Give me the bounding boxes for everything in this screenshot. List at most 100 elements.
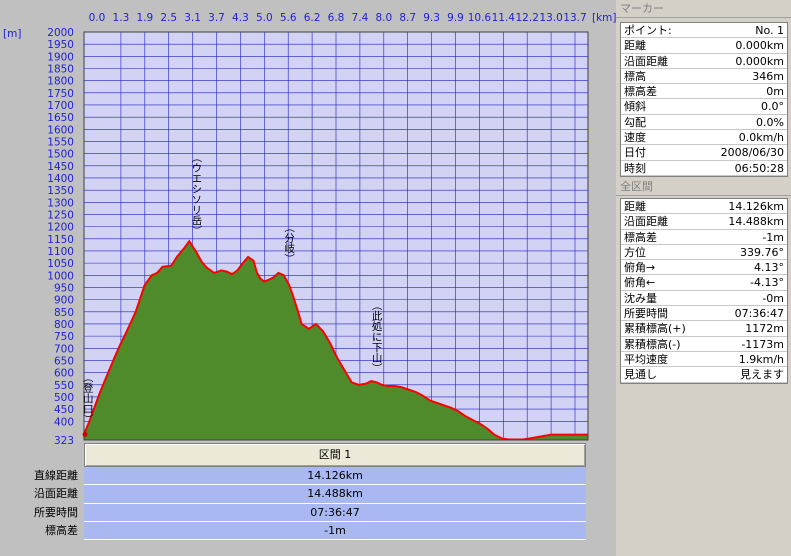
y-tick-label: 1450 <box>47 161 74 173</box>
all-section-value: -4.13° <box>750 276 784 290</box>
all-section-label: 標高差 <box>624 230 657 244</box>
marker-value: 346m <box>752 69 784 83</box>
x-tick-label: 1.9 <box>136 12 153 24</box>
summary-label-straight: 直線距離 <box>34 469 78 482</box>
summary-value-elev: -1m <box>84 522 586 540</box>
all-section-value: 339.76° <box>740 245 784 259</box>
marker-row: 時刻 06:50:28 <box>621 161 787 176</box>
y-tick-label: 1300 <box>47 197 74 209</box>
all-section-row: 標高差 -1m <box>621 230 787 245</box>
all-section-label: 所要時間 <box>624 307 668 321</box>
y-tick-label: 850 <box>54 307 74 319</box>
y-tick-label: 1500 <box>47 149 74 161</box>
all-section-label: 俯角→ <box>624 261 656 275</box>
elevation-chart[interactable]: 2000195019001850180017501700165016001550… <box>0 0 616 445</box>
all-section-label: 見通し <box>624 368 657 382</box>
x-tick-label: 5.6 <box>280 12 297 24</box>
marker-label: 沿面距離 <box>624 54 668 68</box>
marker-label: 速度 <box>624 131 646 145</box>
y-axis-unit: [m] <box>3 28 21 40</box>
marker-label: 標高差 <box>624 85 657 99</box>
y-tick-label: 750 <box>54 331 74 343</box>
all-section-label: 沿面距離 <box>624 215 668 229</box>
marker-value: 0.000km <box>735 54 784 68</box>
marker-label: 日付 <box>624 146 646 160</box>
x-tick-label: 9.9 <box>447 12 464 24</box>
all-section-value: -0m <box>762 291 784 305</box>
x-tick-label: 12.2 <box>516 12 539 24</box>
y-axis-ticks: 2000195019001850180017501700165016001550… <box>47 27 74 445</box>
y-tick-label: 950 <box>54 282 74 294</box>
marker-row: 沿面距離 0.000km <box>621 54 787 69</box>
marker-label: 標高 <box>624 69 646 83</box>
y-tick-label: 323 <box>54 435 74 445</box>
all-section-row: 俯角← -4.13° <box>621 275 787 291</box>
all-section-value: -1173m <box>741 337 784 351</box>
marker-value: 06:50:28 <box>734 161 784 175</box>
x-tick-label: 6.8 <box>328 12 345 24</box>
y-tick-label: 1800 <box>47 76 74 88</box>
y-tick-label: 450 <box>54 404 74 416</box>
y-tick-label: 1550 <box>47 136 74 148</box>
all-section-value: 4.13° <box>754 261 784 275</box>
y-tick-label: 1650 <box>47 112 74 124</box>
waypoint-label: （登山口） <box>82 372 94 425</box>
x-tick-label: 13.7 <box>563 12 586 24</box>
marker-label: 傾斜 <box>624 100 646 114</box>
all-section-row: 沿面距離 14.488km <box>621 214 787 230</box>
y-tick-label: 1150 <box>47 234 74 246</box>
x-axis-unit: [km] <box>592 12 616 24</box>
y-tick-label: 1200 <box>47 222 74 234</box>
y-tick-label: 550 <box>54 380 74 392</box>
y-tick-label: 1950 <box>47 39 74 51</box>
all-section-panel-title: 全区間 <box>616 178 791 196</box>
x-tick-label: 8.7 <box>399 12 416 24</box>
all-section-label: 距離 <box>624 200 646 213</box>
x-tick-label: 4.3 <box>232 12 249 24</box>
marker-value: 0.0% <box>756 115 784 129</box>
all-section-row: 距離 14.126km <box>621 199 787 215</box>
section-header[interactable]: 区間 1 <box>84 443 586 467</box>
x-tick-label: 13.0 <box>539 12 562 24</box>
x-tick-label: 9.3 <box>423 12 440 24</box>
y-tick-label: 650 <box>54 355 74 367</box>
y-tick-label: 1100 <box>47 246 74 258</box>
y-tick-label: 2000 <box>47 27 74 39</box>
all-section-value: 1.9km/h <box>738 352 784 366</box>
y-tick-label: 700 <box>54 343 74 355</box>
all-section-label: 累積標高(-) <box>624 337 681 351</box>
all-section-value: 14.488km <box>728 215 784 229</box>
marker-row: 日付 2008/06/30 <box>621 145 787 161</box>
x-tick-label: 7.4 <box>352 12 369 24</box>
all-section-label: 累積標高(+) <box>624 322 686 336</box>
marker-label: 距離 <box>624 39 646 53</box>
x-tick-label: 3.7 <box>208 12 225 24</box>
y-tick-label: 600 <box>54 368 74 380</box>
x-tick-label: 8.0 <box>375 12 392 24</box>
all-section-row: 沈み量 -0m <box>621 291 787 307</box>
marker-row: 速度 0.0km/h <box>621 130 787 146</box>
y-tick-label: 1350 <box>47 185 74 197</box>
x-tick-label: 3.1 <box>184 12 201 24</box>
all-section-row: 所要時間 07:36:47 <box>621 306 787 322</box>
y-tick-label: 1400 <box>47 173 74 185</box>
position-marker[interactable] <box>82 431 88 437</box>
summary-label-elev: 標高差 <box>45 523 78 537</box>
all-section-row: 俯角→ 4.13° <box>621 260 787 276</box>
summary-value-time: 07:36:47 <box>84 504 586 522</box>
all-section-value: 14.126km <box>728 200 784 213</box>
marker-row: 距離 0.000km <box>621 38 787 54</box>
waypoint-label: （ウエシソリ岳） <box>190 152 202 236</box>
y-tick-label: 1850 <box>47 63 74 75</box>
all-section-value: 見えます <box>740 368 784 382</box>
y-tick-label: 1900 <box>47 51 74 63</box>
marker-row: 勾配 0.0% <box>621 115 787 131</box>
marker-label: 勾配 <box>624 115 646 129</box>
all-section-label: 沈み量 <box>624 291 657 305</box>
marker-row: 傾斜 0.0° <box>621 99 787 115</box>
x-tick-label: 1.3 <box>113 12 130 24</box>
y-tick-label: 800 <box>54 319 74 331</box>
all-section-label: 俯角← <box>624 276 656 290</box>
summary-value-surface: 14.488km <box>84 485 586 504</box>
x-tick-label: 5.0 <box>256 12 273 24</box>
